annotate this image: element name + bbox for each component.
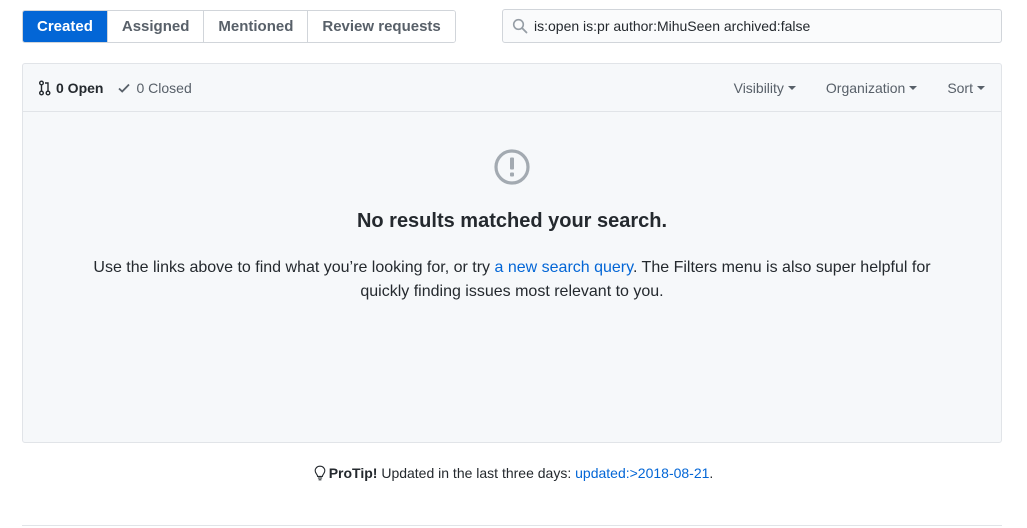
tab-mentioned[interactable]: Mentioned	[203, 11, 308, 42]
protip-text: Updated in the last three days:	[377, 465, 576, 481]
open-count: 0 Open	[56, 79, 104, 96]
blankslate-title: No results matched your search.	[356, 210, 668, 232]
footer-divider	[22, 525, 1002, 526]
caret-down-icon	[909, 85, 918, 90]
blankslate-text-before: Use the links above to find what you’re …	[93, 259, 495, 276]
organization-label: Organization	[825, 79, 906, 96]
sort-dropdown[interactable]: Sort	[947, 80, 985, 96]
search-input[interactable]	[534, 18, 994, 34]
protip-label: ProTip!	[328, 465, 378, 481]
visibility-label: Visibility	[733, 79, 784, 96]
tab-review-requests[interactable]: Review requests	[307, 11, 455, 42]
check-icon	[118, 83, 131, 93]
results-header: 0 Open 0 Closed Visibility Organization …	[23, 64, 1001, 112]
caret-down-icon	[977, 85, 985, 90]
closed-filter-link[interactable]: 0 Closed	[117, 79, 192, 96]
search-box[interactable]	[502, 9, 1002, 43]
updated-filter-link[interactable]: updated:>2018-08-21	[575, 465, 709, 481]
open-filter-link[interactable]: 0 Open	[39, 80, 103, 96]
closed-count: 0 Closed	[136, 79, 192, 96]
tab-created[interactable]: Created	[23, 11, 107, 42]
filter-menus: Visibility Organization Sort	[704, 64, 985, 111]
lightbulb-icon	[314, 465, 326, 481]
alert-icon	[493, 148, 531, 191]
pr-filter-tabs: Created Assigned Mentioned Review reques…	[22, 10, 456, 43]
organization-dropdown[interactable]: Organization	[825, 79, 918, 96]
protip-end: .	[709, 465, 714, 481]
results-box: 0 Open 0 Closed Visibility Organization …	[22, 63, 1002, 443]
visibility-dropdown[interactable]: Visibility	[734, 80, 796, 96]
new-search-query-link[interactable]: a new search query	[495, 259, 633, 276]
search-icon	[512, 18, 528, 34]
protip: ProTip! Updated in the last three days: …	[0, 465, 1027, 481]
blankslate-description: Use the links above to find what you’re …	[73, 256, 951, 304]
caret-down-icon	[787, 85, 796, 90]
sort-label: Sort	[947, 79, 973, 96]
tab-assigned[interactable]: Assigned	[106, 11, 204, 42]
pull-request-icon	[39, 80, 51, 95]
